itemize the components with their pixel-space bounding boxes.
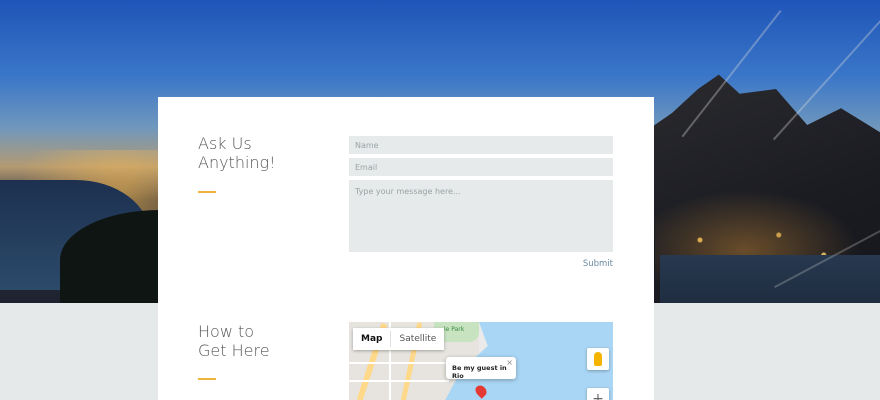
message-field[interactable] — [349, 180, 613, 252]
contact-heading-line2: Anything! — [198, 153, 276, 172]
map-street — [349, 362, 459, 364]
contact-heading: Ask Us Anything! — [198, 134, 328, 172]
park-label: le Park — [444, 326, 465, 333]
map-type-map-button[interactable]: Map — [353, 328, 391, 350]
contact-form: Submit — [349, 136, 613, 269]
street-view-pegman-icon[interactable] — [587, 348, 609, 370]
location-map[interactable]: le Park Map Satellite Be my guest in Rio… — [349, 322, 613, 400]
email-field[interactable] — [349, 158, 613, 176]
map-street — [349, 380, 449, 382]
lagoon-water — [660, 255, 880, 303]
directions-accent-bar — [198, 378, 216, 380]
submit-button[interactable]: Submit — [583, 259, 613, 269]
close-icon[interactable]: × — [506, 358, 513, 367]
infowindow-text: Be my guest in Rio — [452, 364, 507, 380]
contact-heading-line1: Ask Us — [198, 134, 252, 153]
directions-heading-line1: How to — [198, 322, 255, 341]
zoom-in-button[interactable]: + — [587, 388, 609, 400]
name-field[interactable] — [349, 136, 613, 154]
map-type-control: Map Satellite — [353, 328, 445, 350]
contact-accent-bar — [198, 191, 216, 193]
directions-heading: How to Get Here — [198, 322, 328, 360]
pegman-figure — [594, 352, 602, 366]
content-card: Ask Us Anything! Submit How to Get Here … — [158, 97, 654, 400]
map-type-satellite-button[interactable]: Satellite — [391, 328, 445, 350]
map-infowindow: Be my guest in Rio × — [446, 357, 516, 380]
directions-heading-line2: Get Here — [198, 341, 270, 360]
